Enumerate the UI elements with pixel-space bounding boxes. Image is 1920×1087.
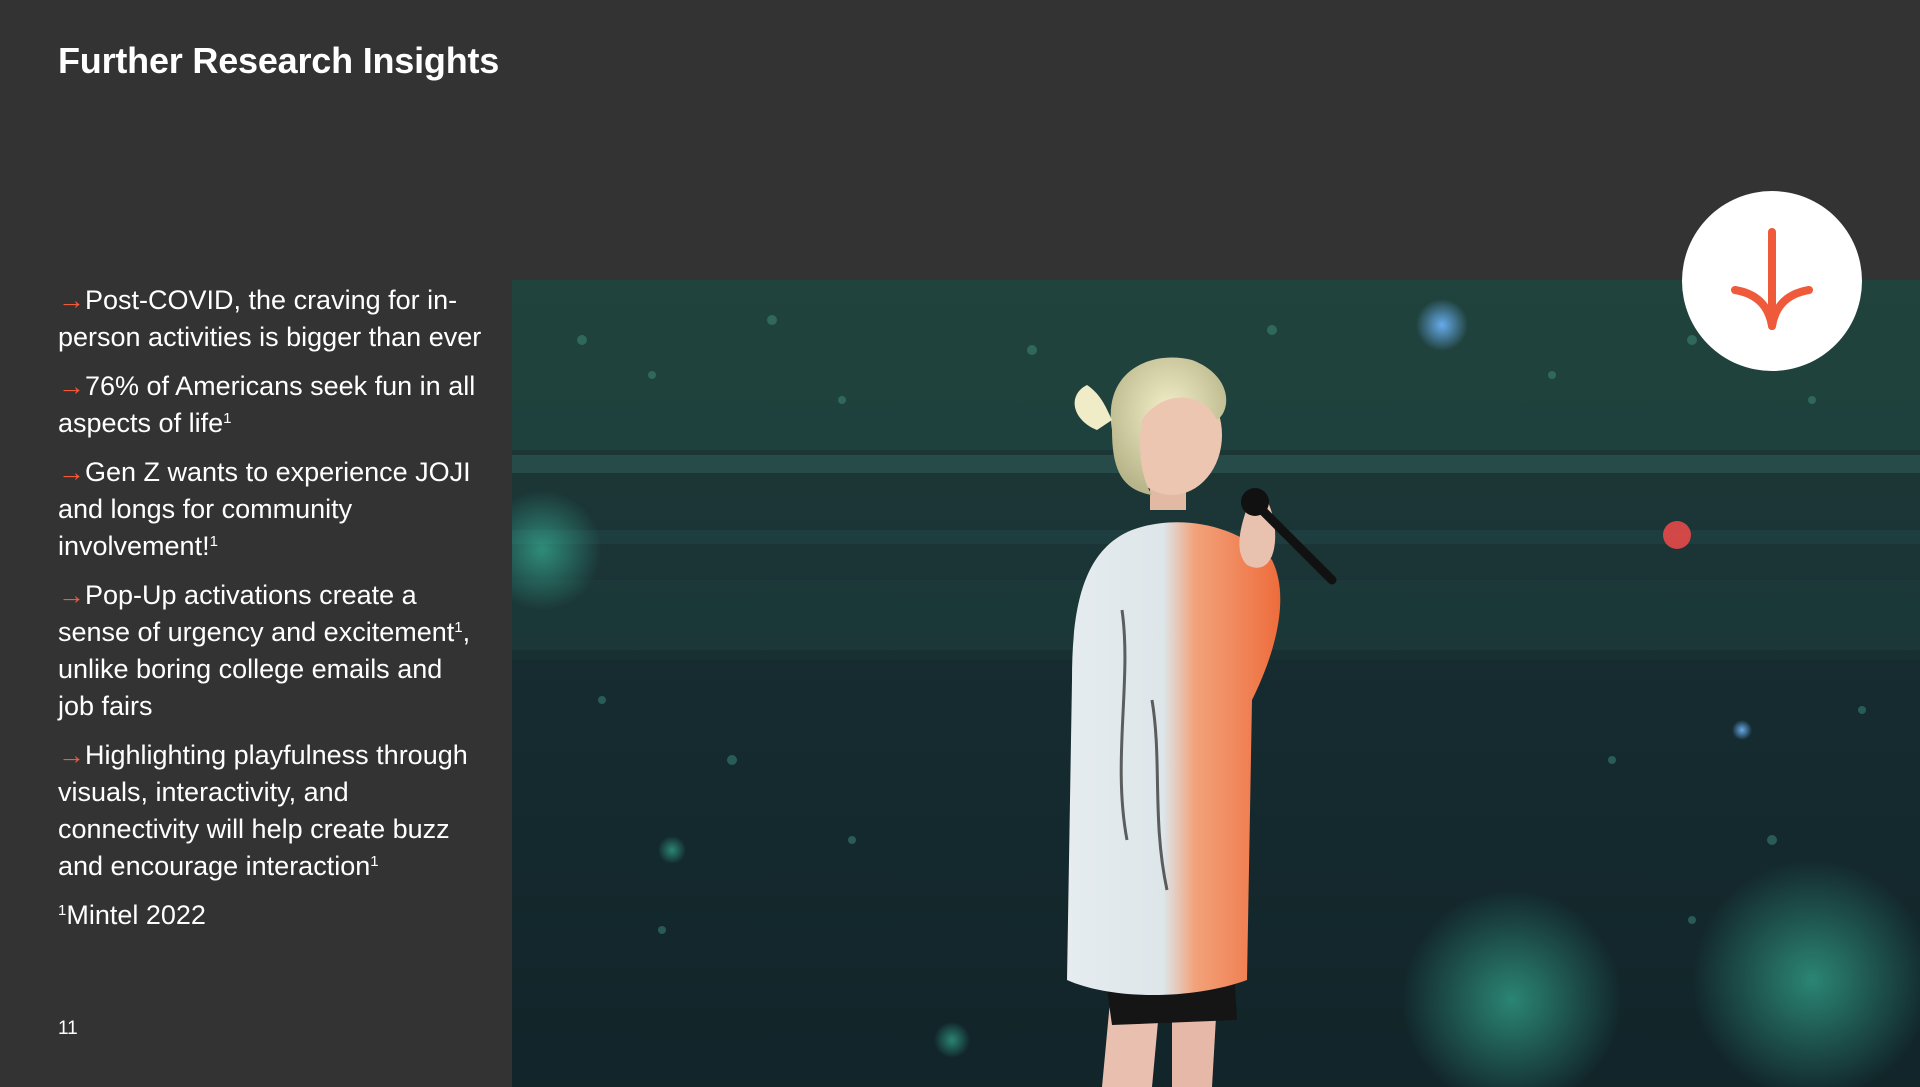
insight-bullet-3: →Gen Z wants to experience JOJI and long… — [58, 454, 483, 565]
arrow-right-icon: → — [58, 580, 85, 610]
insight-bullet-2: →76% of Americans seek fun in all aspect… — [58, 368, 483, 442]
insight-text: Post-COVID, the craving for in-person ac… — [58, 285, 482, 352]
insight-text: Gen Z wants to experience JOJI and longs… — [58, 457, 471, 561]
insight-text: Pop-Up activations create a sense of urg… — [58, 580, 455, 647]
slide-title: Further Research Insights — [58, 40, 500, 81]
arrow-right-icon: → — [58, 457, 85, 487]
page-number: 11 — [58, 1018, 78, 1039]
footnote-marker: 1 — [223, 410, 232, 427]
concert-performer-photo — [512, 280, 1920, 1087]
insight-text: 76% of Americans seek fun in all aspects… — [58, 371, 476, 438]
arrow-down-icon — [1731, 228, 1813, 330]
footnote-marker: 1 — [209, 533, 218, 550]
footnote-marker: 1 — [454, 619, 463, 636]
arrow-right-icon: → — [58, 371, 85, 401]
insight-bullet-1: →Post-COVID, the craving for in-person a… — [58, 282, 483, 356]
footnote-marker: 1 — [370, 853, 379, 870]
arrow-right-icon: → — [58, 740, 85, 770]
arrow-right-icon: → — [58, 285, 85, 315]
source-citation: 1Mintel 2022 — [58, 897, 483, 934]
source-text: Mintel 2022 — [66, 900, 206, 930]
insight-text: Highlighting playfulness through visuals… — [58, 740, 468, 881]
insights-list: →Post-COVID, the craving for in-person a… — [58, 282, 483, 934]
insight-bullet-5: →Highlighting playfulness through visual… — [58, 737, 483, 885]
insight-bullet-4: →Pop-Up activations create a sense of ur… — [58, 577, 483, 725]
scroll-down-badge[interactable] — [1682, 191, 1862, 371]
